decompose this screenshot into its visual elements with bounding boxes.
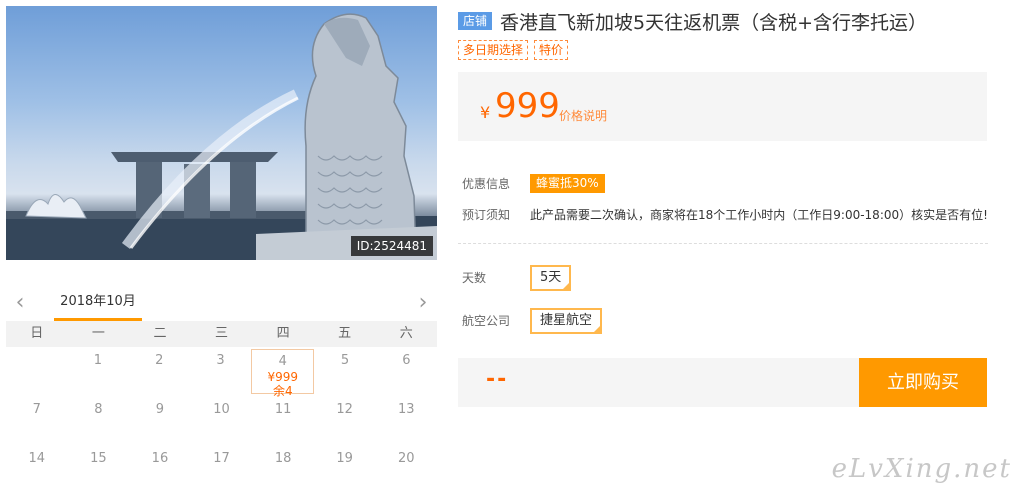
calendar-day: 17	[213, 451, 230, 466]
airline-label: 航空公司	[462, 314, 511, 328]
product-tags: 多日期选择 特价	[458, 40, 988, 60]
calendar-day: 12	[336, 402, 353, 417]
calendar-nav: ‹ 2018年10月 ›	[6, 285, 437, 321]
calendar-day: 20	[397, 451, 415, 466]
buy-bar: -- 立即购买	[458, 358, 987, 407]
product-info-panel: 店铺 香港直飞新加坡5天往返机票（含税+含行李托运） 多日期选择 特价 ¥ 99…	[458, 6, 988, 407]
weekday-label: 五	[338, 326, 352, 341]
image-id-label: ID:2524481	[350, 236, 433, 256]
price-box: ¥ 999 价格说明	[458, 72, 987, 141]
tag-multi-date: 多日期选择	[458, 40, 529, 60]
watermark: eLvXing.net	[831, 454, 1012, 484]
calendar-day: 14	[28, 451, 46, 466]
total-price-placeholder: --	[486, 367, 509, 392]
weekday-label: 三	[215, 326, 229, 341]
shop-badge: 店铺	[458, 12, 493, 30]
tag-special-price: 特价	[534, 40, 569, 60]
calendar-day-price: ¥999	[267, 370, 299, 384]
airline-option-selected[interactable]: 捷星航空	[530, 308, 603, 334]
calendar-day: 6	[402, 353, 411, 368]
calendar-day: 19	[336, 451, 353, 466]
product-hero-image: ID:2524481	[6, 6, 437, 260]
calendar-day: 18	[274, 451, 292, 466]
calendar-day: 13	[397, 402, 415, 417]
calendar-day: 7	[32, 402, 41, 417]
calendar-week-row: 1 2 3 4 ¥999 余4 5 6	[6, 347, 437, 398]
section-divider	[458, 243, 988, 244]
calendar-day: 2	[155, 353, 164, 368]
calendar-month-title: 2018年10月	[54, 285, 142, 321]
calendar-week-row: 7 8 9 10 11 12 13	[6, 396, 437, 445]
weekday-label: 日	[30, 326, 44, 341]
calendar-day: 1	[93, 353, 103, 368]
calendar-day-empty	[6, 347, 67, 396]
price-explanation-link[interactable]: 价格说明	[559, 107, 607, 124]
weekday-label: 四	[276, 326, 290, 341]
notice-text: 此产品需要二次确认，商家将在18个工作小时内（工作日9:00-18:00）核实是…	[530, 208, 988, 222]
price-value: 999	[495, 86, 560, 126]
price-currency: ¥	[480, 103, 491, 122]
calendar-day: 5	[340, 353, 350, 368]
calendar-day: 3	[216, 353, 225, 368]
calendar-day: 9	[155, 402, 165, 417]
calendar-week-row: 14 15 16 17 18 19 20	[6, 445, 437, 494]
calendar-weekday-header: 日 一 二 三 四 五 六	[6, 321, 437, 347]
days-label: 天数	[462, 271, 487, 285]
calendar-day-available[interactable]: 4 ¥999 余4	[251, 349, 315, 398]
buy-now-button[interactable]: 立即购买	[859, 358, 987, 407]
date-calendar: ‹ 2018年10月 › 日 一 二 三 四 五 六 1 2 3 4 ¥999 …	[6, 285, 437, 498]
title-row: 店铺 香港直飞新加坡5天往返机票（含税+含行李托运）	[458, 6, 988, 36]
weekday-label: 一	[91, 326, 105, 341]
calendar-day: 16	[151, 451, 169, 466]
calendar-day: 8	[94, 402, 103, 417]
next-month-chevron-icon[interactable]: ›	[413, 292, 433, 314]
calendar-day: 11	[274, 402, 292, 417]
days-option-selected[interactable]: 5天	[530, 265, 572, 291]
prev-month-chevron-icon[interactable]: ‹	[10, 292, 30, 314]
product-title: 香港直飞新加坡5天往返机票（含税+含行李托运）	[500, 11, 928, 34]
calendar-day: 10	[213, 402, 230, 417]
promo-label: 优惠信息	[462, 177, 511, 191]
calendar-day: 15	[90, 451, 107, 466]
calendar-day-number: 4	[278, 354, 287, 369]
promo-badge: 蜂蜜抵30%	[530, 174, 605, 193]
notice-label: 预订须知	[462, 208, 511, 222]
weekday-label: 六	[399, 326, 413, 341]
merlion-scene-illustration	[6, 13, 437, 260]
weekday-label: 二	[153, 326, 167, 341]
